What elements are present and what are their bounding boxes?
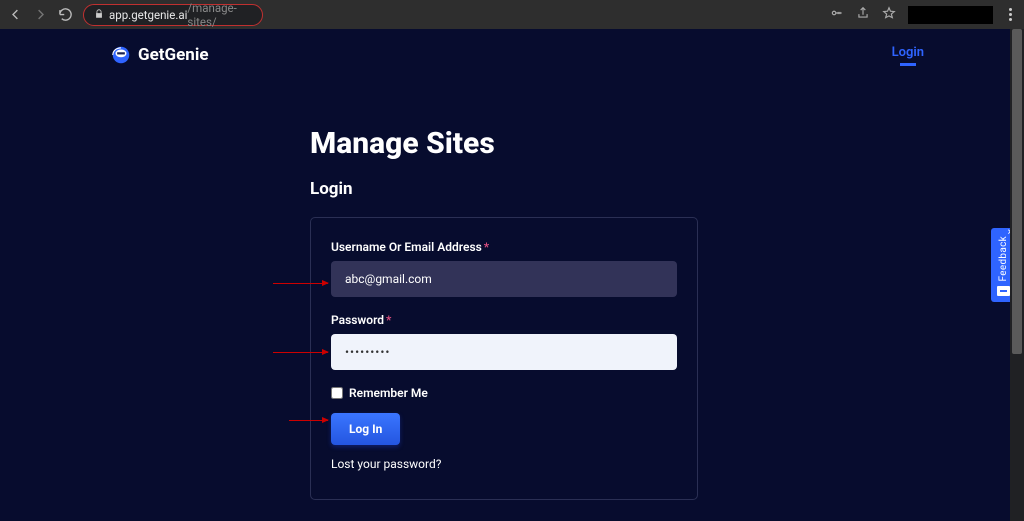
username-label: Username Or Email Address* (331, 240, 677, 254)
remember-me[interactable]: Remember Me (331, 386, 677, 400)
login-form: Username Or Email Address* Password* Rem… (310, 217, 698, 500)
login-subtitle: Login (310, 179, 1024, 199)
back-button[interactable] (8, 7, 23, 22)
login-nav-link[interactable]: Login (892, 45, 924, 66)
genie-icon (110, 44, 132, 66)
reload-button[interactable] (58, 7, 73, 22)
annotation-arrow (273, 352, 328, 353)
scrollbar-thumb[interactable] (1012, 29, 1022, 354)
browser-chrome: app.getgenie.ai/manage-sites/ (0, 0, 1024, 29)
share-icon[interactable] (856, 5, 870, 24)
annotation-arrow (289, 420, 328, 421)
forward-button[interactable] (33, 7, 48, 22)
brand-logo[interactable]: GetGenie (110, 44, 209, 66)
page-title: Manage Sites (310, 126, 1024, 161)
address-bar[interactable]: app.getgenie.ai/manage-sites/ (83, 4, 263, 26)
site-header: GetGenie Login (0, 29, 1024, 81)
lost-password-link[interactable]: Lost your password? (331, 457, 677, 471)
remember-checkbox[interactable] (331, 387, 343, 399)
profile-redacted (908, 6, 993, 24)
username-input[interactable] (331, 261, 677, 297)
lock-icon (94, 8, 104, 22)
scrollbar[interactable] (1010, 29, 1024, 521)
brand-name: GetGenie (138, 45, 209, 65)
url-domain: app.getgenie.ai (109, 8, 187, 22)
star-icon[interactable] (882, 5, 896, 24)
password-label: Password* (331, 313, 677, 327)
annotation-arrow (273, 283, 328, 284)
key-icon[interactable] (830, 5, 844, 24)
password-input[interactable] (331, 334, 677, 370)
feedback-label: Feedback (998, 236, 1009, 281)
page: GetGenie Login Manage Sites Login Userna… (0, 29, 1024, 521)
menu-icon[interactable] (1005, 8, 1016, 21)
mail-icon (997, 286, 1010, 296)
login-button[interactable]: Log In (331, 413, 400, 445)
url-path: /manage-sites/ (187, 1, 252, 29)
